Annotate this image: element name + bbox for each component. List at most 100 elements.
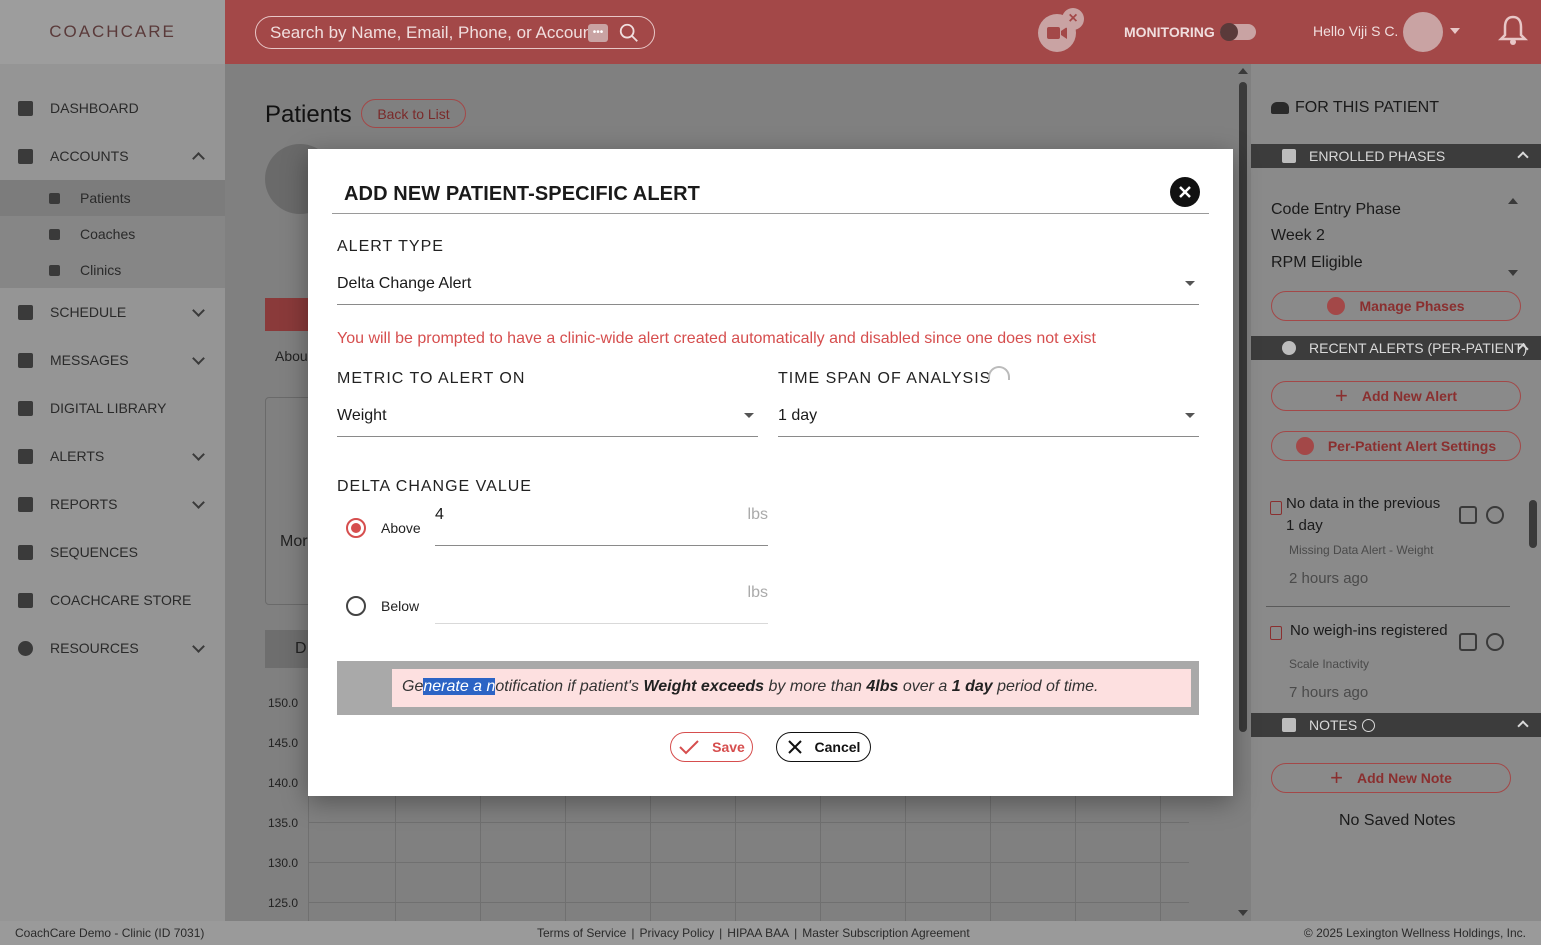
sidebar-item-alerts[interactable]: ALERTS bbox=[0, 434, 225, 478]
back-to-list-button[interactable]: Back to List bbox=[361, 99, 466, 128]
edit-icon[interactable] bbox=[1459, 633, 1477, 651]
above-radio[interactable] bbox=[346, 518, 366, 538]
sidebar-item-schedule[interactable]: SCHEDULE bbox=[0, 290, 225, 334]
above-value: 4 bbox=[435, 506, 444, 523]
chevron-down-icon bbox=[1185, 413, 1195, 418]
button-label: Manage Phases bbox=[1359, 298, 1465, 314]
folder-icon bbox=[18, 400, 33, 416]
dashboard-icon bbox=[18, 100, 33, 116]
notes-icon bbox=[1282, 718, 1296, 732]
alert-type-select[interactable]: Delta Change Alert bbox=[337, 265, 1199, 305]
tag-icon bbox=[1282, 149, 1296, 163]
more-icon: ••• bbox=[588, 23, 608, 42]
per-patient-alert-settings-button[interactable]: Per-Patient Alert Settings bbox=[1271, 431, 1521, 461]
section-title: ENROLLED PHASES bbox=[1309, 148, 1446, 164]
chevron-down-icon bbox=[192, 640, 205, 653]
chart-tab-label: D bbox=[295, 640, 307, 657]
no-notes-text: No Saved Notes bbox=[1339, 812, 1456, 829]
privacy-link[interactable]: Privacy Policy bbox=[639, 926, 714, 940]
bell-icon bbox=[18, 448, 33, 464]
sidebar-item-resources[interactable]: RESOURCES bbox=[0, 626, 225, 670]
video-close-icon[interactable]: × bbox=[1062, 8, 1084, 30]
help-icon[interactable] bbox=[1362, 718, 1376, 732]
sidebar-item-label: ACCOUNTS bbox=[50, 148, 129, 164]
user-avatar[interactable] bbox=[1403, 12, 1443, 52]
chevron-down-icon bbox=[1185, 281, 1195, 286]
below-label[interactable]: Below bbox=[381, 598, 419, 614]
alert-title: No data in the previous 1 day bbox=[1286, 495, 1441, 534]
add-new-note-button[interactable]: + Add New Note bbox=[1271, 763, 1511, 793]
bell-icon[interactable] bbox=[1498, 14, 1528, 46]
logo-area[interactable]: COACHCARE bbox=[0, 0, 225, 64]
alert-time: 7 hours ago bbox=[1289, 684, 1369, 701]
sidebar-item-label: Clinics bbox=[80, 262, 122, 278]
cancel-button[interactable]: Cancel bbox=[776, 732, 871, 762]
sidebar-item-label: ALERTS bbox=[50, 448, 105, 464]
tab-about[interactable]: Abou bbox=[275, 348, 308, 364]
enrolled-phases-header[interactable]: ENROLLED PHASES bbox=[1251, 144, 1541, 168]
sidebar-item-label: Patients bbox=[80, 190, 131, 206]
monitoring-toggle[interactable] bbox=[1220, 23, 1256, 41]
chevron-down-icon[interactable] bbox=[1450, 28, 1460, 34]
edit-icon[interactable] bbox=[1459, 506, 1477, 524]
scroll-down-icon[interactable] bbox=[1508, 270, 1518, 276]
above-label[interactable]: Above bbox=[381, 520, 421, 536]
timespan-value: 1 day bbox=[778, 407, 818, 424]
alert-type-label: ALERT TYPE bbox=[337, 238, 444, 255]
modal-title: ADD NEW PATIENT-SPECIFIC ALERT bbox=[344, 183, 700, 205]
snooze-icon[interactable] bbox=[1486, 633, 1504, 651]
chevron-up-icon[interactable] bbox=[1517, 151, 1529, 163]
warning-message: You will be prompted to have a clinic-wi… bbox=[337, 330, 1096, 347]
add-new-alert-button[interactable]: + Add New Alert bbox=[1271, 381, 1521, 411]
notes-header[interactable]: NOTES bbox=[1251, 713, 1541, 737]
sidebar-subitem-clinics[interactable]: Clinics bbox=[0, 252, 225, 288]
alert-time: 2 hours ago bbox=[1289, 570, 1369, 587]
search-icon[interactable] bbox=[618, 22, 640, 44]
alarm-icon bbox=[1282, 341, 1296, 355]
main-scrollbar[interactable] bbox=[1238, 68, 1248, 918]
terms-link[interactable]: Terms of Service bbox=[537, 926, 626, 940]
phase-item: Code Entry Phase bbox=[1271, 201, 1401, 218]
alert-type-value: Delta Change Alert bbox=[337, 275, 472, 292]
divider bbox=[332, 213, 1209, 214]
snooze-icon[interactable] bbox=[1486, 506, 1504, 524]
metric-select[interactable]: Weight bbox=[337, 397, 758, 437]
sidebar-item-sequences[interactable]: SEQUENCES bbox=[0, 530, 225, 574]
hipaa-link[interactable]: HIPAA BAA bbox=[727, 926, 789, 940]
sidebar-item-digital-library[interactable]: DIGITAL LIBRARY bbox=[0, 386, 225, 430]
report-icon bbox=[18, 496, 33, 512]
subscription-link[interactable]: Master Subscription Agreement bbox=[802, 926, 969, 940]
info-icon[interactable] bbox=[988, 366, 1010, 380]
sidebar-item-messages[interactable]: MESSAGES bbox=[0, 338, 225, 382]
chart-tab[interactable]: D bbox=[265, 630, 313, 668]
plus-icon: + bbox=[1330, 765, 1343, 790]
recent-alerts-header[interactable]: RECENT ALERTS (PER-PATIENT) bbox=[1251, 336, 1541, 360]
sidebar-item-reports[interactable]: REPORTS bbox=[0, 482, 225, 526]
sidebar-item-accounts[interactable]: ACCOUNTS bbox=[0, 134, 225, 178]
save-button[interactable]: Save bbox=[670, 732, 753, 762]
sidebar-item-store[interactable]: COACHCARE STORE bbox=[0, 578, 225, 622]
sidebar-subitem-coaches[interactable]: Coaches bbox=[0, 216, 225, 252]
alert-subtitle: Missing Data Alert - Weight bbox=[1289, 543, 1434, 557]
manage-phases-button[interactable]: Manage Phases bbox=[1271, 291, 1521, 321]
above-value-input[interactable]: 4 lbs bbox=[435, 506, 768, 546]
text-selection: nerate a n bbox=[423, 678, 496, 695]
below-radio[interactable] bbox=[346, 596, 366, 616]
logo: COACHCARE bbox=[49, 22, 176, 41]
search-input[interactable]: Search by Name, Email, Phone, or Account… bbox=[255, 16, 655, 49]
below-value-input[interactable]: lbs bbox=[435, 584, 768, 624]
calendar-icon bbox=[18, 304, 33, 320]
patient-action-bar[interactable] bbox=[265, 298, 313, 331]
button-label: Per-Patient Alert Settings bbox=[1327, 438, 1497, 454]
sidebar-item-dashboard[interactable]: DASHBOARD bbox=[0, 86, 225, 130]
sidebar-subitem-patients[interactable]: Patients bbox=[0, 180, 225, 216]
timespan-select[interactable]: 1 day bbox=[778, 397, 1199, 437]
scroll-up-icon[interactable] bbox=[1508, 198, 1518, 204]
user-greeting[interactable]: Hello Viji S C. bbox=[1313, 23, 1398, 39]
cancel-label: Cancel bbox=[814, 739, 861, 755]
sidebar-item-label: COACHCARE STORE bbox=[50, 592, 192, 608]
alerts-scrollbar[interactable] bbox=[1529, 500, 1537, 548]
chevron-up-icon[interactable] bbox=[1517, 720, 1529, 732]
close-button[interactable] bbox=[1170, 177, 1200, 207]
chevron-down-icon bbox=[192, 496, 205, 509]
